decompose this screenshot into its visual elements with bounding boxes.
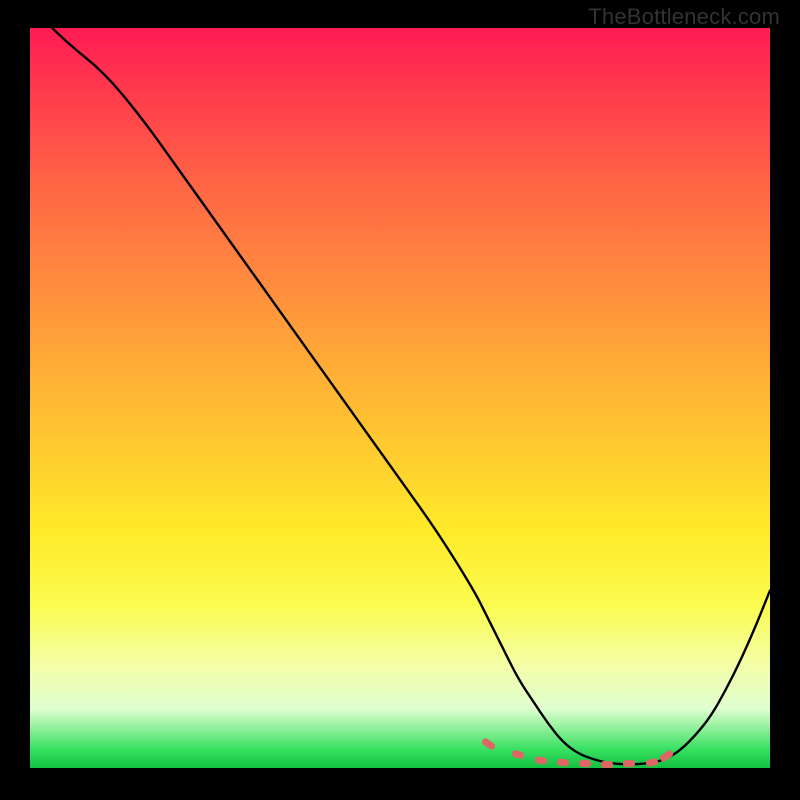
optimum-marker	[557, 759, 569, 767]
plot-area	[30, 28, 770, 768]
optimum-marker	[601, 761, 613, 768]
watermark-text: TheBottleneck.com	[588, 4, 780, 30]
curve-layer	[30, 28, 770, 768]
bottleneck-curve	[30, 6, 770, 765]
optimum-marker	[579, 760, 591, 767]
